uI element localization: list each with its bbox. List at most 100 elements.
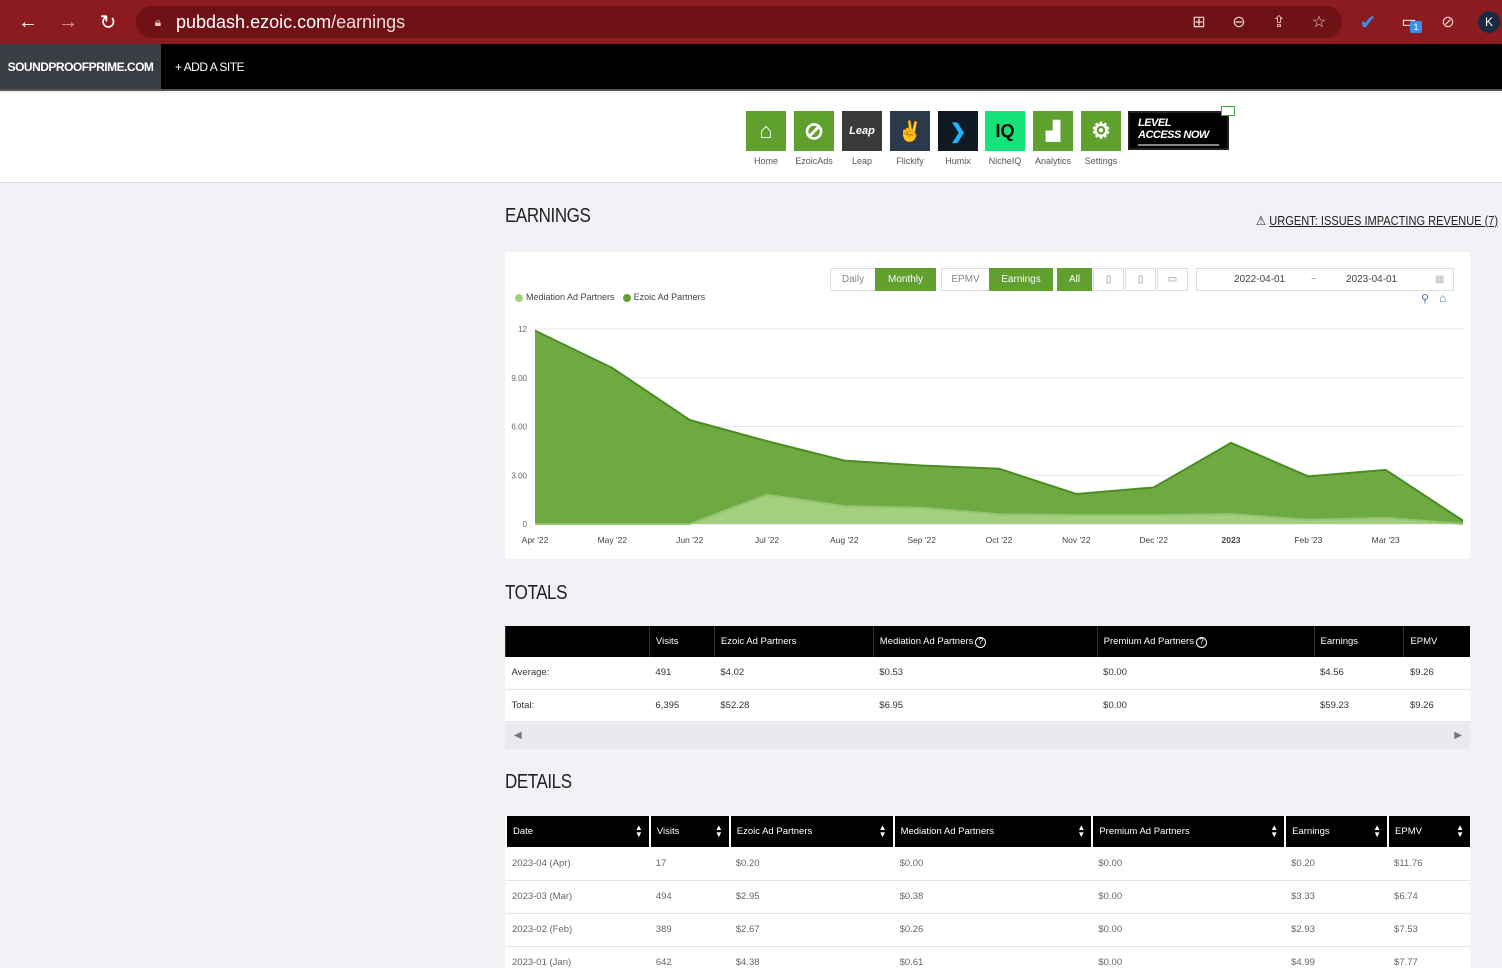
site-tab[interactable]: SOUNDPROOFPRIME.COM (0, 44, 161, 89)
app-flickify[interactable]: ✌ Flickify (890, 111, 930, 166)
checkmark-extension-icon[interactable]: ✔ (1357, 11, 1379, 34)
bookmark-star-icon[interactable]: ☆ (1308, 11, 1330, 33)
app-home[interactable]: ⌂ Home (746, 111, 786, 166)
table-cell: $0.53 (873, 657, 1098, 690)
tablet-device-icon[interactable]: ▯ (1125, 268, 1156, 291)
toggle-epmv[interactable]: EPMV (941, 268, 990, 291)
sort-header-date[interactable]: Date ▲ ▼ (505, 816, 650, 847)
extension-badge: 1 (1410, 21, 1422, 33)
mobile-device-icon[interactable]: ▯ (1093, 268, 1124, 291)
reload-icon[interactable]: ↻ (94, 8, 122, 36)
scroll-right-icon[interactable]: ▶ (1454, 730, 1462, 741)
col-header: Earnings (1313, 626, 1404, 657)
toggle-monthly[interactable]: Monthly (875, 268, 936, 291)
col-header: Visits (648, 626, 715, 657)
table-cell: 494 (649, 880, 730, 914)
sort-header-visits[interactable]: Visits ▲ ▼ (648, 816, 730, 847)
toggle-daily[interactable]: Daily (830, 268, 876, 291)
ezoicads-icon: ⊘ (794, 111, 834, 151)
totals-header-row: Visits Ezoic Ad Partners Mediation Ad Pa… (505, 626, 1470, 657)
x-tick-label: Sep '22 (907, 535, 936, 545)
ezoic-extension-icon[interactable]: ⊘ (1437, 11, 1459, 33)
sort-header-premium[interactable]: Premium Ad Partners ▲ ▼ (1091, 816, 1286, 847)
zoom-icon[interactable]: ⊖ (1228, 11, 1250, 33)
sort-header-ezoic[interactable]: Ezoic Ad Partners ▲ ▼ (728, 816, 894, 847)
table-cell: 2023-03 (Mar) (506, 880, 650, 914)
app-nicheiq[interactable]: IQ NicheIQ (985, 111, 1025, 166)
x-tick-label: May '22 (598, 535, 628, 545)
sort-icon: ▲ ▼ (1456, 823, 1464, 839)
scroll-left-icon[interactable]: ◀ (514, 730, 522, 741)
forward-icon[interactable]: → (54, 8, 82, 36)
profile-avatar[interactable]: K (1478, 11, 1500, 33)
flickify-icon: ✌ (890, 111, 930, 151)
earnings-heading: EARNINGS (505, 205, 591, 227)
url-text: pubdash.ezoic.com/earnings (176, 11, 406, 32)
toggle-earnings[interactable]: Earnings (989, 268, 1053, 291)
col-header: Mediation Ad Partners? (872, 626, 1098, 657)
x-tick-label: Dec '22 (1139, 535, 1168, 545)
address-bar[interactable]: 🔒︎ pubdash.ezoic.com/earnings (136, 6, 1342, 38)
table-cell: Average: (505, 657, 650, 690)
toggle-all-devices[interactable]: All (1057, 268, 1092, 291)
app-leap[interactable]: Leap Leap (842, 111, 882, 166)
table-cell: $0.00 (1092, 913, 1286, 947)
table-cell: $7.77 (1388, 946, 1470, 968)
sort-icon: ▲ ▼ (634, 823, 643, 839)
sort-header-epmv[interactable]: EPMV ▲ ▼ (1387, 816, 1470, 847)
sort-icon: ▲ ▼ (1373, 823, 1382, 839)
share-icon[interactable]: ⇪ (1268, 11, 1290, 33)
sort-header-earnings[interactable]: Earnings ▲ ▼ (1284, 816, 1389, 847)
table-cell: Total: (505, 689, 650, 722)
settings-gear-icon: ⚙ (1081, 111, 1121, 151)
back-icon[interactable]: ← (14, 8, 42, 36)
table-cell: $0.20 (729, 847, 894, 881)
legend-mediation[interactable]: Mediation Ad Partners (515, 292, 615, 302)
table-cell: $2.93 (1285, 913, 1389, 947)
table-row: 2023-03 (Mar) 494 $2.95 $0.38 $0.00 $3.3… (506, 880, 1470, 914)
sort-header-mediation[interactable]: Mediation Ad Partners ▲ ▼ (892, 816, 1093, 847)
table-cell: $9.26 (1403, 657, 1470, 690)
table-row: 2023-02 (Feb) 389 $2.67 $0.26 $0.00 $2.9… (506, 913, 1470, 947)
table-cell: $9.26 (1403, 689, 1470, 722)
table-cell: $0.61 (893, 946, 1093, 968)
chart-zoom-icon[interactable]: ⚲ (1421, 292, 1429, 305)
y-tick-label: 12 (518, 325, 527, 334)
table-row: 2023-01 (Jan) 642 $4.38 $0.61 $0.00 $4.9… (506, 946, 1470, 968)
horizontal-scrollbar[interactable]: ◀ ▶ (505, 723, 1470, 749)
app-analytics[interactable]: ▟ Analytics (1033, 111, 1073, 166)
y-tick-label: 6.00 (511, 423, 527, 432)
chart-home-icon[interactable]: ⌂ (1439, 291, 1446, 305)
table-cell: $0.00 (1097, 657, 1315, 690)
table-row: Average: 491 $4.02 $0.53 $0.00 $4.56 $9.… (505, 657, 1470, 690)
urgent-issues-link[interactable]: ⚠ URGENT: ISSUES IMPACTING REVENUE (7) (1256, 213, 1498, 229)
y-tick-label: 0 (523, 520, 528, 529)
level-access-banner[interactable]: LEVEL ACCESS NOW (1128, 111, 1229, 150)
legend-ezoic[interactable]: Ezoic Ad Partners (622, 292, 705, 302)
x-tick-label: Feb '23 (1294, 535, 1322, 545)
nicheiq-icon: IQ (985, 111, 1025, 151)
table-cell: $59.23 (1314, 689, 1404, 722)
table-cell: 2023-04 (Apr) (506, 847, 650, 881)
app-settings[interactable]: ⚙ Settings (1081, 111, 1121, 166)
extension-icon[interactable]: ▭ 1 (1398, 11, 1422, 33)
desktop-device-icon[interactable]: ▭ (1157, 268, 1188, 291)
sort-icon: ▲ ▼ (878, 823, 887, 839)
translate-icon[interactable]: ⊞ (1188, 11, 1210, 33)
totals-heading: TOTALS (505, 582, 568, 604)
add-site-link[interactable]: + ADD A SITE (175, 44, 245, 89)
home-icon: ⌂ (746, 111, 786, 151)
app-humix[interactable]: ❯ Humix (938, 111, 978, 166)
table-cell: 491 (649, 657, 715, 690)
series-area-mediation (535, 494, 1463, 524)
mail-icon[interactable] (1221, 106, 1235, 116)
date-range-picker[interactable]: 2022-04-01 ~ 2023-04-01 ▦ (1196, 268, 1454, 291)
table-cell: 642 (649, 946, 730, 968)
sort-icon: ▲ ▼ (1077, 823, 1086, 839)
help-icon[interactable]: ? (975, 636, 987, 648)
table-cell: $0.26 (893, 913, 1093, 947)
help-icon[interactable]: ? (1195, 636, 1207, 648)
date-from: 2022-04-01 (1234, 274, 1286, 285)
x-tick-label: Mar '23 (1372, 535, 1400, 545)
app-ezoicads[interactable]: ⊘ EzoicAds (794, 111, 834, 166)
